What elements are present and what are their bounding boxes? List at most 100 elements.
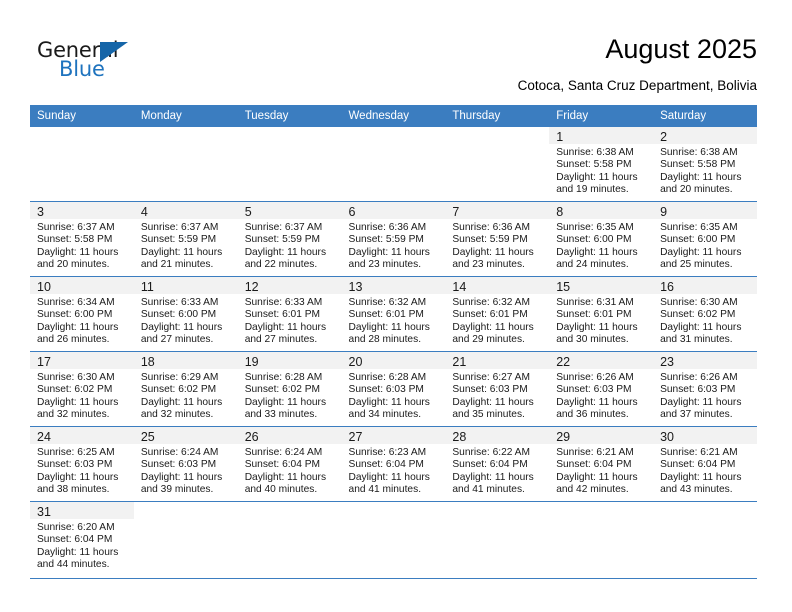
calendar-day-cell[interactable]: 4 Sunrise: 6:37 AM Sunset: 5:59 PM Daylight… — [133, 201, 238, 277]
day-number: 30 — [660, 430, 674, 444]
calendar-day-cell[interactable]: 3 Sunrise: 6:37 AM Sunset: 5:58 PM Daylight… — [30, 201, 134, 277]
day-number-strip: 11 — [133, 277, 238, 294]
calendar-day-cell[interactable]: 21 Sunrise: 6:27 AM Sunset: 6:03 PM Dayligh… — [445, 351, 550, 427]
day-number: 22 — [556, 355, 571, 369]
day-cell-inner: 10 Sunrise: 6:34 AM Sunset: 6:00 PM Dayligh… — [30, 277, 134, 351]
sunset-text: Sunset: 6:01 PM — [244, 309, 321, 321]
sunset-text: Sunset: 5:59 PM — [244, 234, 321, 246]
sunset-text: Sunset: 6:04 PM — [556, 459, 632, 471]
daylight-text-line2: and 20 minutes. — [660, 183, 733, 195]
day-number-strip: 13 — [341, 277, 446, 294]
calendar-day-cell[interactable]: 17 Sunrise: 6:30 AM Sunset: 6:02 PM Dayligh… — [30, 351, 134, 427]
daylight-text-line1: Daylight: 11 hours — [140, 246, 223, 258]
calendar-day-cell[interactable]: 23 Sunrise: 6:26 AM Sunset: 6:03 PM Dayligh… — [653, 351, 757, 427]
sunset-text: Sunset: 6:03 PM — [37, 459, 113, 471]
daylight-text-line1: Daylight: 11 hours — [37, 546, 119, 558]
daylight-text-line2: and 26 minutes. — [37, 333, 110, 345]
calendar-day-cell[interactable]: 2 Sunrise: 6:38 AM Sunset: 5:58 PM Daylight… — [653, 127, 757, 202]
calendar-day-cell[interactable]: 16 Sunrise: 6:30 AM Sunset: 6:02 PM Dayligh… — [653, 276, 757, 352]
calendar-day-cell[interactable]: 19 Sunrise: 6:28 AM Sunset: 6:02 PM Dayligh… — [237, 351, 342, 427]
day-cell-inner: 9 Sunrise: 6:35 AM Sunset: 6:00 PM Daylight… — [653, 202, 757, 276]
calendar-day-cell — [237, 127, 342, 202]
day-details: Sunrise: 6:26 AM Sunset: 6:03 PM Daylight:… — [653, 369, 757, 421]
calendar-day-cell[interactable]: 31 Sunrise: 6:20 AM Sunset: 6:04 PM Dayligh… — [30, 501, 134, 579]
calendar-day-cell[interactable]: 27 Sunrise: 6:23 AM Sunset: 6:04 PM Dayligh… — [341, 426, 446, 502]
daylight-text-line1: Daylight: 11 hours — [37, 321, 119, 333]
calendar-day-cell[interactable]: 12 Sunrise: 6:33 AM Sunset: 6:01 PM Dayligh… — [237, 276, 342, 352]
day-number: 28 — [452, 430, 467, 444]
general-blue-logo[interactable]: General Blue — [37, 38, 157, 84]
day-number-strip: 9 — [653, 202, 757, 219]
day-details — [445, 519, 549, 522]
calendar-day-cell[interactable]: 24 Sunrise: 6:25 AM Sunset: 6:03 PM Dayligh… — [30, 426, 134, 502]
day-details: Sunrise: 6:37 AM Sunset: 5:58 PM Daylight:… — [30, 219, 134, 271]
calendar-day-cell[interactable]: 10 Sunrise: 6:34 AM Sunset: 6:00 PM Dayligh… — [30, 276, 134, 352]
calendar-day-cell — [653, 501, 757, 579]
day-cell-inner: 8 Sunrise: 6:35 AM Sunset: 6:00 PM Daylight… — [549, 202, 654, 276]
day-cell-inner: 27 Sunrise: 6:23 AM Sunset: 6:04 PM Dayligh… — [341, 427, 446, 501]
calendar-day-cell[interactable]: 26 Sunrise: 6:24 AM Sunset: 6:04 PM Dayligh… — [237, 426, 342, 502]
day-details: Sunrise: 6:21 AM Sunset: 6:04 PM Daylight:… — [653, 444, 757, 496]
calendar-day-cell[interactable]: 14 Sunrise: 6:32 AM Sunset: 6:01 PM Dayligh… — [445, 276, 550, 352]
weekday-header-tuesday: Tuesday — [237, 105, 342, 127]
daylight-text-line2: and 23 minutes. — [452, 258, 525, 270]
day-cell-inner: 1 Sunrise: 6:38 AM Sunset: 5:58 PM Daylight… — [549, 127, 654, 201]
day-number: 13 — [348, 280, 363, 294]
sunset-text: Sunset: 6:00 PM — [140, 309, 217, 321]
day-cell-inner: 12 Sunrise: 6:33 AM Sunset: 6:01 PM Dayligh… — [237, 277, 342, 351]
day-number: 26 — [244, 430, 259, 444]
day-cell-inner: 23 Sunrise: 6:26 AM Sunset: 6:03 PM Dayligh… — [653, 352, 757, 426]
day-number-strip — [342, 502, 446, 519]
day-cell-inner — [134, 502, 238, 578]
day-cell-inner: 17 Sunrise: 6:30 AM Sunset: 6:02 PM Dayligh… — [30, 352, 134, 426]
daylight-text-line2: and 32 minutes. — [37, 408, 110, 420]
page-subtitle: Cotoca, Santa Cruz Department, Bolivia — [517, 78, 757, 93]
day-number: 16 — [660, 280, 674, 294]
daylight-text-line2: and 41 minutes. — [348, 483, 422, 495]
calendar-day-cell[interactable]: 20 Sunrise: 6:28 AM Sunset: 6:03 PM Dayligh… — [341, 351, 446, 427]
day-details — [238, 144, 342, 147]
daylight-text-line1: Daylight: 11 hours — [244, 246, 327, 258]
calendar-day-cell[interactable]: 18 Sunrise: 6:29 AM Sunset: 6:02 PM Dayligh… — [133, 351, 238, 427]
sunset-text: Sunset: 6:02 PM — [37, 384, 113, 396]
sunset-text: Sunset: 6:00 PM — [660, 234, 736, 246]
daylight-text-line1: Daylight: 11 hours — [244, 321, 327, 333]
calendar-day-cell[interactable]: 9 Sunrise: 6:35 AM Sunset: 6:00 PM Daylight… — [653, 201, 757, 277]
day-cell-inner: 28 Sunrise: 6:22 AM Sunset: 6:04 PM Dayligh… — [445, 427, 550, 501]
calendar-day-cell[interactable]: 8 Sunrise: 6:35 AM Sunset: 6:00 PM Daylight… — [549, 201, 654, 277]
sunrise-text: Sunrise: 6:30 AM — [37, 372, 115, 383]
calendar-day-cell[interactable]: 25 Sunrise: 6:24 AM Sunset: 6:03 PM Dayligh… — [133, 426, 238, 502]
calendar-day-cell — [133, 501, 238, 579]
sunrise-text: Sunrise: 6:23 AM — [348, 447, 427, 458]
calendar-day-cell[interactable]: 15 Sunrise: 6:31 AM Sunset: 6:01 PM Dayligh… — [549, 276, 654, 352]
calendar-day-cell[interactable]: 6 Sunrise: 6:36 AM Sunset: 5:59 PM Daylight… — [341, 201, 446, 277]
calendar-day-cell[interactable]: 5 Sunrise: 6:37 AM Sunset: 5:59 PM Daylight… — [237, 201, 342, 277]
calendar-day-cell[interactable]: 1 Sunrise: 6:38 AM Sunset: 5:58 PM Daylight… — [549, 127, 654, 202]
sunrise-text: Sunrise: 6:33 AM — [244, 297, 323, 308]
day-details: Sunrise: 6:21 AM Sunset: 6:04 PM Daylight:… — [549, 444, 653, 496]
day-details: Sunrise: 6:33 AM Sunset: 6:01 PM Daylight:… — [238, 294, 342, 346]
weekday-header-saturday: Saturday — [653, 105, 757, 127]
calendar-day-cell[interactable]: 28 Sunrise: 6:22 AM Sunset: 6:04 PM Dayligh… — [445, 426, 550, 502]
daylight-text-line2: and 34 minutes. — [348, 408, 422, 420]
sunset-text: Sunset: 5:58 PM — [37, 234, 113, 246]
calendar-day-cell[interactable]: 13 Sunrise: 6:32 AM Sunset: 6:01 PM Dayligh… — [341, 276, 446, 352]
daylight-text-line1: Daylight: 11 hours — [452, 246, 534, 258]
day-cell-inner: 25 Sunrise: 6:24 AM Sunset: 6:03 PM Dayligh… — [133, 427, 238, 501]
sunset-text: Sunset: 6:04 PM — [452, 459, 528, 471]
day-cell-inner: 6 Sunrise: 6:36 AM Sunset: 5:59 PM Daylight… — [341, 202, 446, 276]
calendar-day-cell[interactable]: 11 Sunrise: 6:33 AM Sunset: 6:00 PM Dayligh… — [133, 276, 238, 352]
calendar-day-cell[interactable]: 30 Sunrise: 6:21 AM Sunset: 6:04 PM Dayligh… — [653, 426, 757, 502]
calendar-day-cell[interactable]: 22 Sunrise: 6:26 AM Sunset: 6:03 PM Dayligh… — [549, 351, 654, 427]
daylight-text-line2: and 31 minutes. — [660, 333, 733, 345]
daylight-text-line1: Daylight: 11 hours — [660, 246, 742, 258]
day-details: Sunrise: 6:32 AM Sunset: 6:01 PM Daylight:… — [445, 294, 549, 346]
calendar-day-cell[interactable]: 7 Sunrise: 6:36 AM Sunset: 5:59 PM Daylight… — [445, 201, 550, 277]
day-cell-inner — [238, 502, 342, 578]
day-number-strip: 1 — [549, 127, 654, 144]
day-number-strip — [445, 502, 549, 519]
weekday-header-sunday: Sunday — [30, 105, 134, 127]
calendar-day-cell[interactable]: 29 Sunrise: 6:21 AM Sunset: 6:04 PM Dayligh… — [549, 426, 654, 502]
daylight-text-line1: Daylight: 11 hours — [556, 471, 638, 483]
daylight-text-line2: and 22 minutes. — [244, 258, 318, 270]
